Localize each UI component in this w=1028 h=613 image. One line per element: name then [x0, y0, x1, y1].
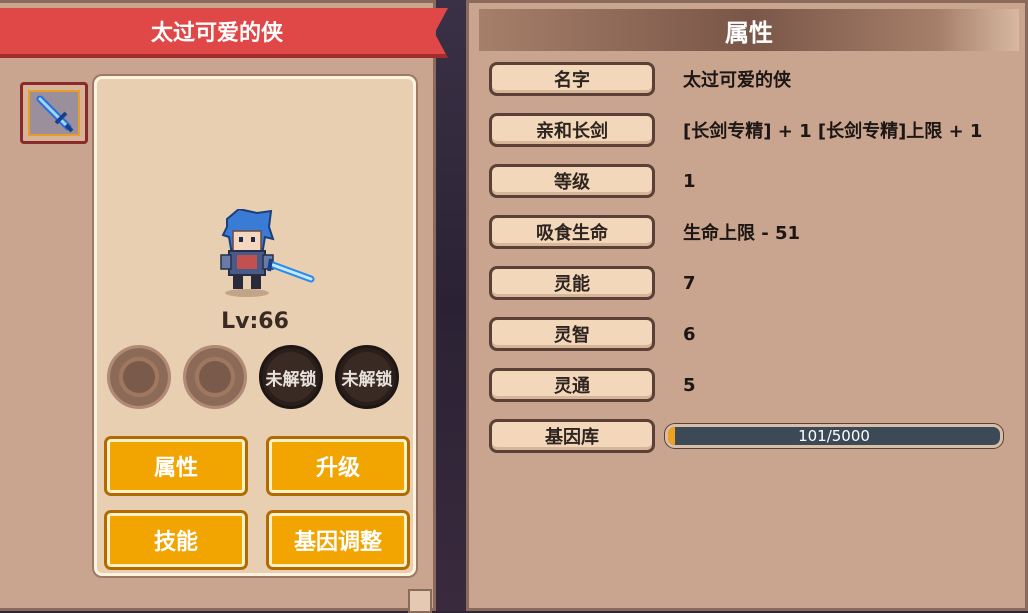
attr-label: 基因库: [489, 419, 655, 453]
gene-bank-progress-bar: 101/5000: [665, 424, 1003, 448]
gene-bank-progress-text: 101/5000: [798, 427, 870, 445]
upgrade-button[interactable]: 升级: [269, 439, 407, 493]
attr-label: 灵能: [489, 266, 655, 300]
attr-value: [长剑专精] + 1 [长剑专精]上限 + 1: [683, 121, 983, 142]
attr-label: 亲和长剑: [489, 113, 655, 147]
locked-label: 未解锁: [265, 369, 317, 390]
attr-row-intellect: 灵智 6: [489, 316, 696, 352]
skill-slot-4-locked[interactable]: 未解锁: [335, 345, 399, 409]
attr-value: 7: [683, 272, 696, 294]
attr-value: 1: [683, 170, 696, 192]
attr-value: 太过可爱的侠: [683, 70, 791, 91]
attr-row-affinity: 亲和长剑 [长剑专精] + 1 [长剑专精]上限 + 1: [489, 112, 982, 148]
character-name: 太过可爱的侠: [150, 21, 283, 46]
attributes-panel: 属性 名字 太过可爱的侠 亲和长剑 [长剑专精] + 1 [长剑专精]上限 + …: [466, 0, 1028, 611]
skill-slots: 未解锁 未解锁: [107, 345, 399, 409]
attr-label: 吸食生命: [489, 215, 655, 249]
weapon-slot[interactable]: [20, 82, 88, 144]
attr-row-name: 名字 太过可爱的侠: [489, 61, 791, 97]
attr-label: 名字: [489, 62, 655, 96]
attr-label: 灵通: [489, 368, 655, 402]
character-sprite: [220, 209, 315, 297]
attributes-button[interactable]: 属性: [107, 439, 245, 493]
attr-row-psionics: 灵能 7: [489, 265, 696, 301]
skills-button[interactable]: 技能: [107, 513, 245, 567]
locked-label: 未解锁: [341, 369, 393, 390]
character-card: Lv:66 未解锁 未解锁 属性 升级 技能 基因调整: [94, 76, 416, 576]
attr-label: 灵智: [489, 317, 655, 351]
corner-ornament: [408, 589, 432, 613]
attr-row-level: 等级 1: [489, 163, 696, 199]
skill-slot-3-locked[interactable]: 未解锁: [259, 345, 323, 409]
sword-icon: [36, 95, 74, 133]
attr-value: 6: [683, 323, 696, 345]
attr-row-lifedrain: 吸食生命 生命上限 - 51: [489, 214, 800, 250]
attributes-panel-title: 属性: [479, 9, 1019, 51]
attr-value: 5: [683, 374, 696, 396]
character-name-banner: 太过可爱的侠: [0, 8, 448, 58]
gene-adjust-button[interactable]: 基因调整: [269, 513, 407, 567]
skill-slot-2[interactable]: [183, 345, 247, 409]
background-strip: [436, 0, 466, 611]
character-level: Lv:66: [221, 309, 289, 334]
attr-value: 生命上限 - 51: [683, 223, 801, 244]
attr-row-gene-bank: 基因库 101/5000: [489, 418, 1003, 454]
attr-row-spirit: 灵通 5: [489, 367, 696, 403]
attr-label: 等级: [489, 164, 655, 198]
weapon-slot-frame: [28, 90, 80, 136]
skill-slot-1[interactable]: [107, 345, 171, 409]
